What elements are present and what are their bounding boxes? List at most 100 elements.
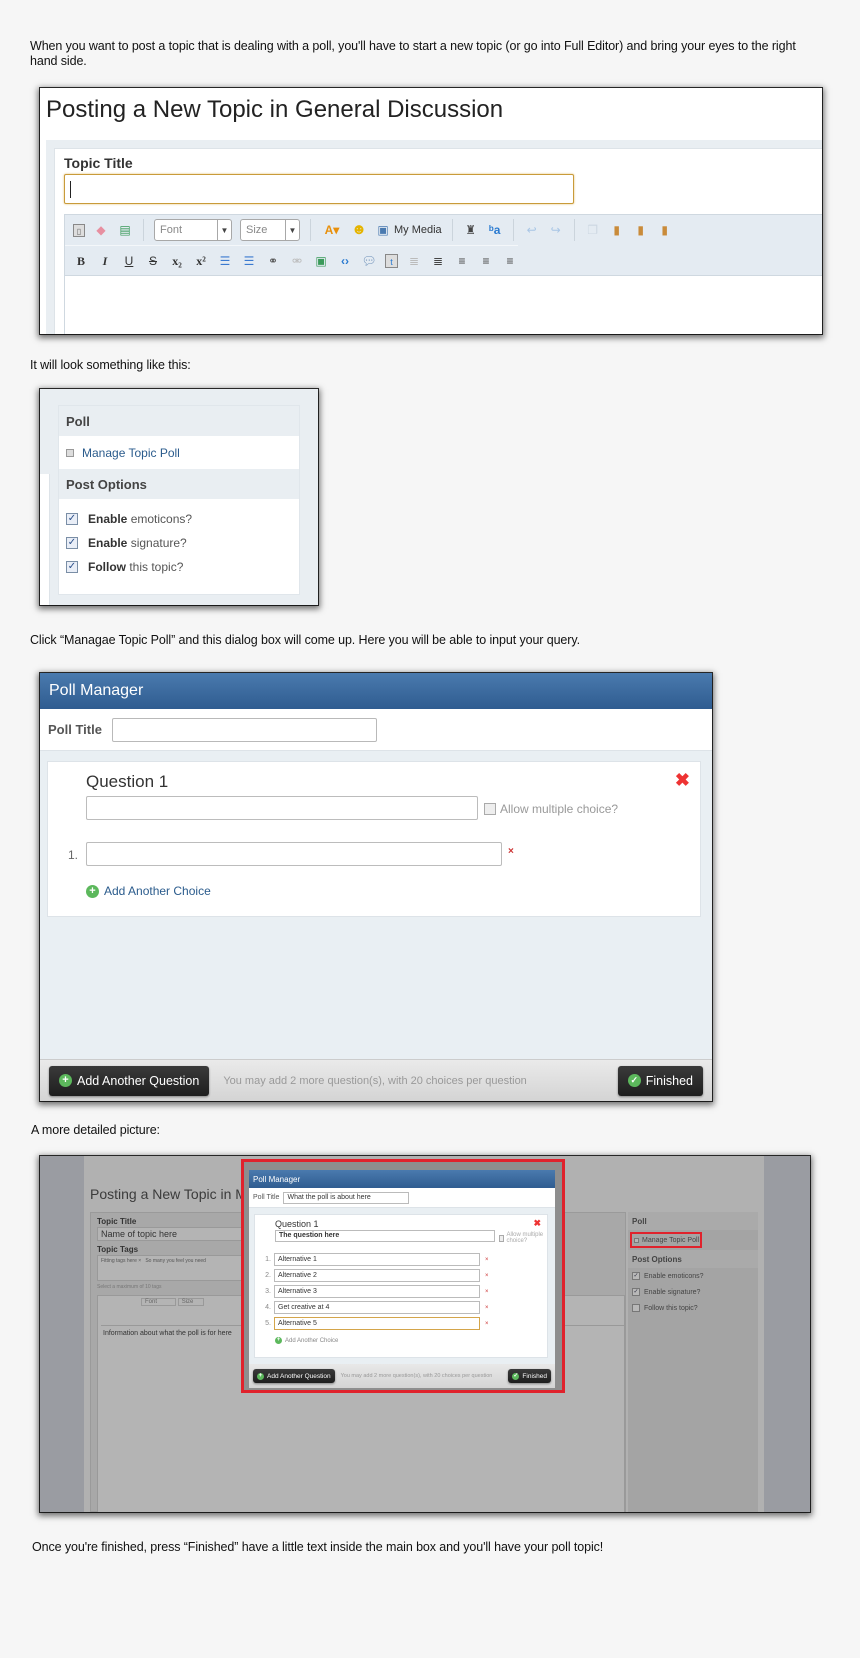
choice-input[interactable]: Alternative 1 (274, 1253, 480, 1266)
plus-circle-icon: + (257, 1372, 264, 1380)
remove-choice-icon[interactable]: × (485, 1273, 489, 1279)
image-icon[interactable]: ▣ (313, 254, 329, 268)
size-select[interactable]: Size ▼ (240, 219, 300, 241)
superscript-icon[interactable]: x² (193, 254, 209, 268)
eraser-icon[interactable]: ◆ (93, 223, 109, 237)
add-another-choice-link[interactable]: + Add Another Choice (275, 1337, 338, 1344)
checkbox-checked[interactable]: ✓ (632, 1288, 640, 1296)
paste-text-icon[interactable]: ▮ (633, 223, 649, 237)
code-icon[interactable]: ‹› (337, 254, 353, 268)
manage-topic-poll-link-highlighted[interactable]: Manage Topic Poll (630, 1232, 702, 1248)
editor-body[interactable] (65, 275, 822, 334)
unlink-icon[interactable]: ⚮ (289, 254, 305, 268)
choice-input[interactable]: Alternative 2 (274, 1269, 480, 1282)
check-circle-icon: ✓ (512, 1372, 520, 1380)
chevron-down-icon: ▼ (217, 220, 231, 240)
option-enable-signature[interactable]: ✓ Enable signature? (628, 1284, 758, 1300)
outdent-icon[interactable]: ≣ (406, 254, 422, 268)
checkbox-unchecked[interactable] (632, 1304, 640, 1312)
align-center-icon[interactable]: ≡ (478, 254, 494, 268)
italic-icon[interactable]: I (97, 254, 113, 268)
page-title: Posting a New Topic in General Discussio… (46, 96, 504, 123)
redo-icon[interactable]: ↪ (548, 223, 564, 237)
subscript-icon[interactable]: x₂ (169, 254, 185, 268)
choice-input-focused[interactable]: Alternative 5 (274, 1317, 480, 1330)
align-left-icon[interactable]: ≡ (454, 254, 470, 268)
source-icon[interactable]: ▯ (73, 223, 85, 237)
plus-circle-icon: + (86, 884, 99, 898)
add-another-question-button[interactable]: + Add Another Question (253, 1369, 335, 1383)
text-color-icon[interactable]: A▾ (321, 223, 343, 237)
post-options-header: Post Options (59, 469, 299, 499)
font-select[interactable]: Font ▼ (154, 219, 232, 241)
click-manage-paragraph: Click “Managae Topic Poll” and this dial… (30, 633, 580, 647)
checkbox-checked[interactable]: ✓ (66, 561, 78, 573)
remove-choice-icon[interactable]: × (485, 1305, 489, 1311)
poll-manager-dialog: Poll Manager Poll Title Question 1 ✖ All… (40, 673, 712, 1101)
allow-multiple-choice[interactable]: Allow multiple choice? (484, 802, 618, 816)
choice-row: 5. Alternative 5 × (261, 1317, 489, 1330)
underline-icon[interactable]: U (121, 254, 137, 268)
finish-paragraph: Once you're finished, press “Finished” h… (32, 1540, 604, 1554)
align-right-icon[interactable]: ≡ (502, 254, 518, 268)
topic-title-input[interactable]: Name of topic here (97, 1227, 247, 1241)
add-another-choice-link[interactable]: + Add Another Choice (86, 884, 211, 898)
delete-question-icon[interactable]: ✖ (533, 1218, 541, 1229)
delete-question-icon[interactable]: ✖ (675, 770, 690, 791)
undo-icon[interactable]: ↩ (524, 223, 540, 237)
checkbox-checked[interactable]: ✓ (66, 513, 78, 525)
choice-input[interactable]: Get creative at 4 (274, 1301, 480, 1314)
checkbox-unchecked[interactable] (484, 803, 496, 815)
checkbox-checked[interactable]: ✓ (632, 1272, 640, 1280)
bold-icon[interactable]: B (73, 254, 89, 268)
paste-word-icon[interactable]: ▮ (657, 223, 673, 237)
paste-icon[interactable]: ▮ (609, 223, 625, 237)
indent-icon[interactable]: ≣ (430, 254, 446, 268)
find-icon[interactable]: ♜ (463, 223, 479, 237)
bullet-list-icon[interactable]: ☰ (217, 254, 233, 268)
question-limit-note: You may add 2 more question(s), with 20 … (223, 1074, 527, 1087)
choice-row: 3. Alternative 3 × (261, 1285, 489, 1298)
topic-title-input[interactable] (64, 174, 574, 204)
remove-choice-icon[interactable]: × (485, 1321, 489, 1327)
size-select[interactable]: Size (177, 1298, 205, 1306)
option-follow-topic[interactable]: Follow this topic? (628, 1300, 758, 1316)
finished-button[interactable]: ✓ Finished (508, 1369, 551, 1383)
add-another-question-button[interactable]: + Add Another Question (49, 1065, 210, 1096)
strikethrough-icon[interactable]: S (145, 254, 161, 268)
finished-button[interactable]: ✓ Finished (617, 1065, 703, 1096)
manage-topic-poll-link[interactable]: Manage Topic Poll (59, 436, 299, 469)
link-icon[interactable]: ⚭ (265, 254, 281, 268)
poll-title-label: Poll Title (253, 1194, 280, 1201)
topic-title-label: Topic Title (97, 1217, 137, 1226)
poll-title-input[interactable] (111, 717, 377, 742)
checkbox-unchecked[interactable] (499, 1234, 505, 1242)
highlighted-poll-manager: Poll Manager Poll Title What the poll is… (241, 1159, 565, 1393)
option-follow-topic[interactable]: ✓ Follow this topic? (59, 555, 299, 579)
smiley-icon[interactable]: ☻ (351, 222, 367, 237)
poll-title-input[interactable]: What the poll is about here (283, 1191, 410, 1204)
choice-input[interactable] (86, 842, 502, 866)
option-enable-signature[interactable]: ✓ Enable signature? (59, 531, 299, 555)
copy-icon[interactable]: ❐ (585, 223, 601, 237)
option-enable-emoticons[interactable]: ✓ Enable emoticons? (59, 507, 299, 531)
replace-icon[interactable]: ᵇa (487, 223, 503, 237)
topic-tags-input[interactable]: Fitting tags here × So many you feel you… (97, 1255, 247, 1281)
template-icon[interactable]: ▤ (117, 223, 133, 237)
twitter-icon[interactable]: t (385, 253, 398, 268)
dialog-footer: + Add Another Question You may add 2 more… (40, 1059, 712, 1101)
rich-text-editor: ▯ ◆ ▤ Font ▼ Size ▼ A▾ ☻ ▣ My Media ♜ ᵇa ↩ … (64, 214, 822, 334)
remove-choice-icon[interactable]: × (508, 846, 514, 857)
question-input[interactable]: The question here (275, 1230, 495, 1242)
remove-choice-icon[interactable]: × (485, 1257, 489, 1263)
question-input[interactable] (86, 796, 478, 820)
font-select[interactable]: Font (141, 1298, 177, 1306)
allow-multiple-choice[interactable]: Allow multiple choice? (499, 1232, 547, 1244)
numbered-list-icon[interactable]: ☰ (241, 254, 257, 268)
option-enable-emoticons[interactable]: ✓ Enable emoticons? (628, 1268, 758, 1284)
choice-input[interactable]: Alternative 3 (274, 1285, 480, 1298)
checkbox-checked[interactable]: ✓ (66, 537, 78, 549)
remove-choice-icon[interactable]: × (485, 1289, 489, 1295)
quote-icon[interactable]: 💬︎ (361, 254, 377, 268)
my-media-button[interactable]: ▣ My Media (375, 223, 441, 237)
